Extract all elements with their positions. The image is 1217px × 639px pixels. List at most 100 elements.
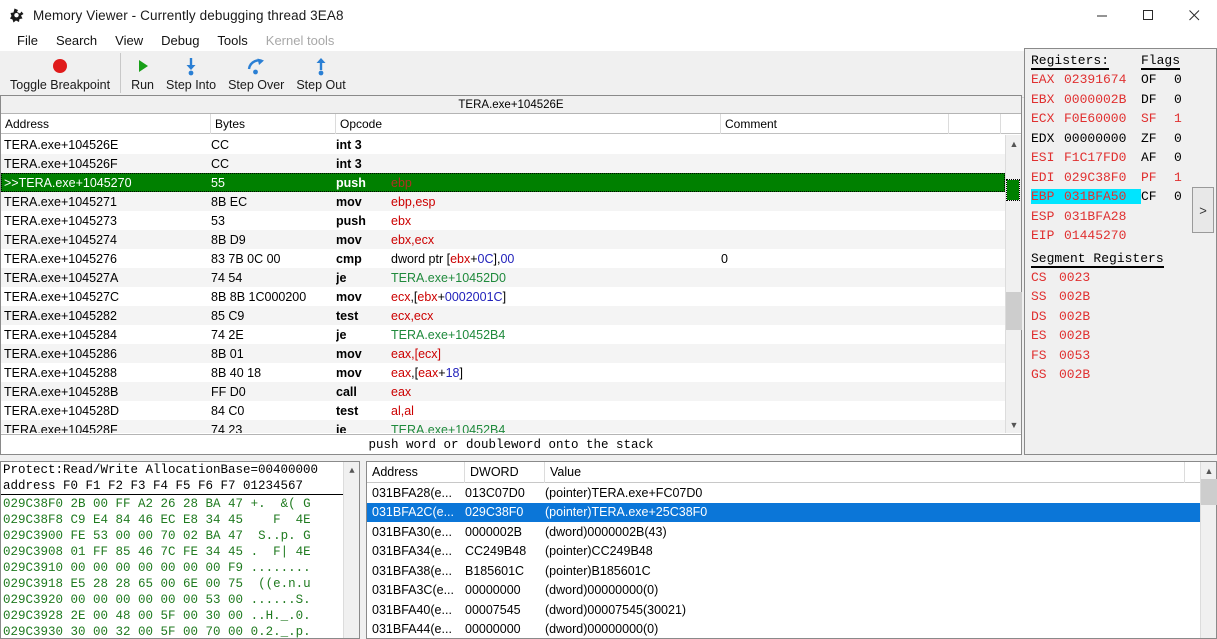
flag-sf[interactable]: SF 1: [1141, 111, 1182, 126]
register-edi[interactable]: EDI 029C38F0: [1031, 170, 1141, 185]
menu-item-search[interactable]: Search: [47, 30, 106, 51]
register-edx[interactable]: EDX 00000000: [1031, 131, 1141, 146]
stack-column-header-value[interactable]: Value: [545, 461, 1185, 483]
menu-item-view[interactable]: View: [106, 30, 152, 51]
segment-register-fs[interactable]: FS 0053: [1031, 346, 1214, 366]
segment-name: FS: [1031, 347, 1047, 363]
column-header-address[interactable]: Address: [1, 113, 211, 134]
scroll-up-icon[interactable]: ▲: [1006, 135, 1022, 152]
hexdump-scroll-up-icon[interactable]: ▲: [344, 462, 360, 479]
row-mnemonic: int 3: [336, 156, 362, 171]
disassembly-row[interactable]: TERA.exe+104527A 74 54 je TERA.exe+10452D0: [1, 268, 1005, 287]
register-eip[interactable]: EIP 01445270: [1031, 228, 1141, 243]
hexdump-scrollbar[interactable]: ▲: [343, 462, 359, 638]
stack-panel: Address DWORD Value 031BFA28(e... 013C07D…: [366, 461, 1217, 639]
flag-of[interactable]: OF 0: [1141, 72, 1182, 87]
run-button[interactable]: Run: [125, 51, 160, 96]
disassembly-row[interactable]: TERA.exe+104527C 8B 8B 1C000200 mov ecx,[eb…: [1, 287, 1005, 306]
hexdump-row[interactable]: 029C3920 00 00 00 00 00 00 53 00 ......S…: [1, 592, 359, 608]
hexdump-row[interactable]: 029C38F0 2B 00 FF A2 26 28 BA 47 +. &( G: [1, 496, 359, 512]
disassembly-row[interactable]: TERA.exe+1045273 53 push ebx: [1, 211, 1005, 230]
stack-scroll-up-icon[interactable]: ▲: [1201, 462, 1217, 479]
disassembly-row[interactable]: TERA.exe+1045276 83 7B 0C 00 cmp dword ptr …: [1, 249, 1005, 268]
hexdump-row[interactable]: 029C38F8 C9 E4 84 46 EC E8 34 45 F 4E: [1, 512, 359, 528]
row-address: TERA.exe+1045282: [4, 308, 117, 323]
scroll-down-icon[interactable]: ▼: [1006, 416, 1022, 433]
scrollbar-thumb[interactable]: [1006, 292, 1022, 330]
disassembly-row[interactable]: TERA.exe+1045274 8B D9 mov ebx,ecx: [1, 230, 1005, 249]
flag-df[interactable]: DF 0: [1141, 92, 1182, 107]
disassembly-row[interactable]: TERA.exe+104526F CC int 3: [1, 154, 1005, 173]
window-title: Memory Viewer - Currently debugging thre…: [33, 7, 344, 23]
hexdump-row[interactable]: 029C3918 E5 28 28 65 00 6E 00 75 ((e.n.u: [1, 576, 359, 592]
disassembly-row[interactable]: TERA.exe+1045284 74 2E je TERA.exe+10452B4: [1, 325, 1005, 344]
segment-register-ds[interactable]: DS 002B: [1031, 307, 1214, 327]
flag-name: DF: [1141, 91, 1157, 107]
register-ebx[interactable]: EBX 0000002B: [1031, 92, 1141, 107]
segment-register-gs[interactable]: GS 002B: [1031, 365, 1214, 385]
stack-row[interactable]: 031BFA44(e... 00000000 (dword)00000000(0): [367, 620, 1216, 639]
segment-register-ss[interactable]: SS 002B: [1031, 287, 1214, 307]
register-name: ESI: [1031, 150, 1055, 166]
disassembly-row[interactable]: TERA.exe+104528B FF D0 call eax: [1, 382, 1005, 401]
register-esp[interactable]: ESP 031BFA28: [1031, 209, 1141, 224]
segment-register-es[interactable]: ES 002B: [1031, 326, 1214, 346]
flag-af[interactable]: AF 0: [1141, 150, 1182, 165]
hexdump-row[interactable]: 029C3900 FE 53 00 00 70 02 BA 47 S..p. G: [1, 528, 359, 544]
flag-value: 1: [1174, 169, 1182, 185]
menu-item-file[interactable]: File: [8, 30, 47, 51]
disassembly-row[interactable]: TERA.exe+1045282 85 C9 test ecx,ecx: [1, 306, 1005, 325]
stack-column-header-address[interactable]: Address: [367, 461, 465, 483]
disassembly-row[interactable]: TERA.exe+104528F 74 23 je TERA.exe+10452B4: [1, 420, 1005, 433]
flag-value: 1: [1174, 111, 1182, 127]
disassembly-row[interactable]: TERA.exe+104526E CC int 3: [1, 135, 1005, 154]
register-ebp[interactable]: EBP 031BFA50: [1031, 189, 1141, 205]
stack-row[interactable]: 031BFA28(e... 013C07D0 (pointer)TERA.exe+F…: [367, 483, 1216, 503]
flag-pf[interactable]: PF 1: [1141, 170, 1182, 185]
disassembler-scrollbar[interactable]: ▲ ▼: [1005, 135, 1022, 433]
stack-row[interactable]: 031BFA34(e... CC249B48 (pointer)CC249B48: [367, 542, 1216, 562]
stack-column-header-dword[interactable]: DWORD: [465, 461, 545, 483]
register-esi[interactable]: ESI F1C17FD0: [1031, 150, 1141, 165]
flag-zf[interactable]: ZF 0: [1141, 131, 1182, 146]
toggle-breakpoint-button[interactable]: Toggle Breakpoint: [4, 51, 116, 96]
registers-expander-button[interactable]: >: [1192, 187, 1214, 233]
stack-row[interactable]: 031BFA30(e... 0000002B (dword)0000002B(43): [367, 522, 1216, 542]
column-header-opcode[interactable]: Opcode: [336, 113, 721, 134]
hexdump-row[interactable]: 029C3928 2E 00 48 00 5F 00 30 00 ..H._.0…: [1, 608, 359, 624]
hexdump-row[interactable]: 029C3910 00 00 00 00 00 00 00 F9 .......…: [1, 560, 359, 576]
disassembly-row[interactable]: >>TERA.exe+1045270 55 push ebp: [1, 173, 1005, 192]
stack-row[interactable]: 031BFA2C(e... 029C38F0 (pointer)TERA.exe+2…: [367, 502, 1216, 522]
register-eax[interactable]: EAX 02391674: [1031, 72, 1141, 87]
disassembly-row[interactable]: TERA.exe+104528D 84 C0 test al,al: [1, 401, 1005, 420]
segment-register-cs[interactable]: CS 0023: [1031, 268, 1214, 288]
menu-item-tools[interactable]: Tools: [208, 30, 256, 51]
hexdump-row[interactable]: 029C3908 01 FF 85 46 7C FE 34 45 . F| 4E: [1, 544, 359, 560]
close-button[interactable]: [1171, 0, 1217, 30]
stack-scrollbar-thumb[interactable]: [1201, 479, 1217, 505]
hexdump-row[interactable]: 029C3930 30 00 32 00 5F 00 70 00 0.2._.p…: [1, 624, 359, 639]
minimize-button[interactable]: [1079, 0, 1125, 30]
menu-item-debug[interactable]: Debug: [152, 30, 208, 51]
disassembly-row[interactable]: TERA.exe+1045288 8B 40 18 mov eax,[eax+18]: [1, 363, 1005, 382]
step-into-button[interactable]: Step Into: [160, 51, 222, 96]
stack-scrollbar[interactable]: ▲: [1200, 462, 1217, 638]
row-address: TERA.exe+1045276: [4, 251, 117, 266]
column-header-bytes[interactable]: Bytes: [211, 113, 336, 134]
segment-name: SS: [1031, 289, 1047, 305]
maximize-button[interactable]: [1125, 0, 1171, 30]
column-header-extra[interactable]: [949, 113, 1001, 134]
stack-row[interactable]: 031BFA40(e... 00007545 (dword)00007545(300…: [367, 600, 1216, 620]
step-over-button[interactable]: Step Over: [222, 51, 290, 96]
disassembly-row[interactable]: TERA.exe+1045286 8B 01 mov eax,[ecx]: [1, 344, 1005, 363]
disassembly-row[interactable]: TERA.exe+1045271 8B EC mov ebp,esp: [1, 192, 1005, 211]
flag-cf[interactable]: CF 0: [1141, 189, 1182, 204]
column-header-comment[interactable]: Comment: [721, 113, 949, 134]
row-mnemonic: test: [336, 403, 359, 418]
stack-row[interactable]: 031BFA3C(e... 00000000 (dword)00000000(0): [367, 581, 1216, 601]
step-out-button[interactable]: Step Out: [290, 51, 351, 96]
stack-row[interactable]: 031BFA38(e... B185601C (pointer)B185601C: [367, 561, 1216, 581]
hex-bytes: 00 00 00 00 00 00 00 F9: [70, 561, 244, 575]
register-ecx[interactable]: ECX F0E60000: [1031, 111, 1141, 126]
stack-dword: 00007545: [465, 602, 521, 617]
